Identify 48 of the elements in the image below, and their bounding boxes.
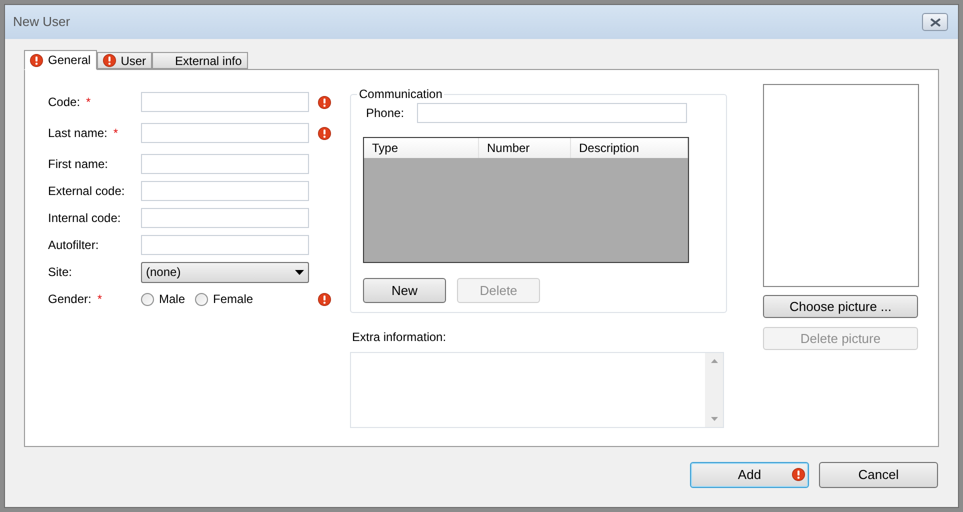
field-label: Internal code:	[48, 210, 121, 227]
error-icon	[318, 126, 331, 140]
button[interactable]: Add	[690, 462, 809, 488]
error-icon	[318, 292, 331, 306]
input-field[interactable]	[141, 181, 309, 201]
field-label: External code:	[48, 183, 125, 200]
column-header[interactable]: Type	[364, 138, 479, 158]
button[interactable]: Choose picture ...	[763, 295, 918, 318]
field-label: Site:	[48, 264, 72, 281]
tab[interactable]: User	[96, 52, 152, 69]
input-field[interactable]	[417, 103, 688, 123]
close-button[interactable]	[922, 13, 948, 31]
required-mark: *	[86, 94, 91, 111]
field-label: Phone:	[366, 105, 404, 122]
field-label: Extra information:	[352, 329, 448, 346]
group-title: Communication	[358, 86, 444, 103]
error-icon	[30, 54, 43, 66]
required-mark: *	[97, 291, 102, 308]
input-field[interactable]	[141, 208, 309, 228]
field-label: Autofilter:	[48, 237, 99, 254]
tab[interactable]: External info	[152, 52, 248, 69]
field-label: Last name:	[48, 125, 108, 142]
error-icon	[318, 96, 331, 108]
column-header[interactable]: Number	[479, 138, 571, 158]
button[interactable]: New	[363, 278, 446, 303]
input-field[interactable]	[141, 154, 309, 174]
field-label: Gender:	[48, 291, 92, 308]
down-arrow-icon	[710, 417, 718, 421]
input-field[interactable]	[141, 92, 309, 112]
up-arrow-icon	[710, 359, 718, 363]
input-field[interactable]	[141, 123, 309, 143]
radio-option[interactable]: Male	[141, 290, 186, 308]
column-header[interactable]: Description	[571, 138, 688, 158]
radio-option[interactable]: Female	[195, 290, 254, 308]
error-icon	[102, 54, 116, 67]
error-icon	[792, 468, 805, 481]
tab[interactable]: General	[24, 50, 97, 70]
caret-icon	[295, 270, 304, 274]
input-field[interactable]	[141, 235, 309, 255]
required-mark: *	[113, 125, 118, 142]
close-icon	[930, 18, 940, 26]
site-dropdown[interactable]: (none)	[141, 262, 309, 282]
extra-information-field[interactable]	[350, 352, 724, 428]
field-label: Code:	[48, 94, 80, 111]
field-label: First name:	[48, 156, 108, 173]
button[interactable]: Cancel	[819, 462, 938, 488]
window-title: New User	[13, 13, 70, 32]
scrollbar[interactable]	[705, 353, 723, 427]
